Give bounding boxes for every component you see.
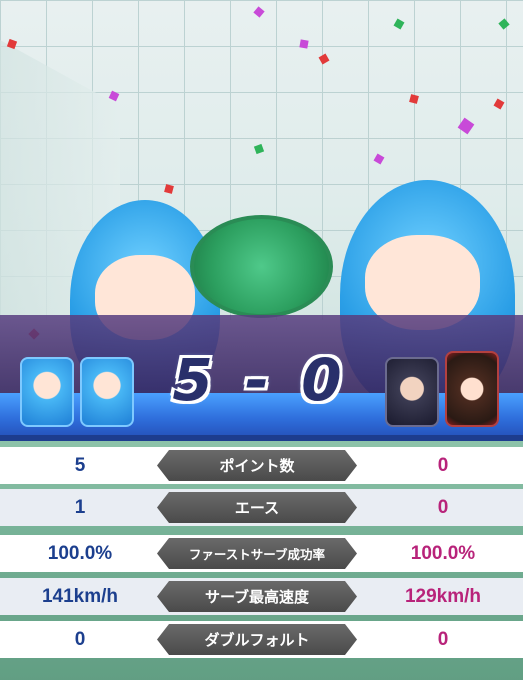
stat-left-value: 100.0% bbox=[47, 542, 113, 564]
tennis-racket bbox=[190, 215, 333, 318]
stat-left-value: 141km/h bbox=[41, 585, 119, 607]
score-banner: 5 - 0 bbox=[0, 315, 523, 447]
stat-right-value: 0 bbox=[437, 454, 449, 476]
player-portrait-left-2 bbox=[80, 357, 134, 427]
stat-row-aces: 1 エース 0 bbox=[0, 489, 523, 526]
match-score: 5 - 0 bbox=[172, 346, 348, 414]
banner-bottom-edge bbox=[0, 435, 523, 441]
stat-row-double-faults: 0 ダブルフォルト 0 bbox=[0, 621, 523, 658]
stat-right-value: 0 bbox=[437, 496, 449, 518]
stat-left-value: 5 bbox=[74, 454, 86, 476]
confetti-piece bbox=[299, 39, 309, 49]
stat-right-value: 0 bbox=[437, 628, 449, 650]
stat-label: ポイント数 bbox=[157, 450, 357, 481]
player-portrait-left-1 bbox=[20, 357, 74, 427]
stat-label: サーブ最高速度 bbox=[157, 581, 357, 612]
stat-row-first-serve: 100.0% ファーストサーブ成功率 100.0% bbox=[0, 535, 523, 572]
stat-label: ファーストサーブ成功率 bbox=[157, 538, 357, 569]
stat-left-value: 0 bbox=[74, 628, 86, 650]
stat-right-value: 100.0% bbox=[410, 542, 476, 564]
stat-label: ダブルフォルト bbox=[157, 624, 357, 655]
stat-row-max-serve-speed: 141km/h サーブ最高速度 129km/h bbox=[0, 578, 523, 615]
player-portrait-right-2 bbox=[445, 351, 499, 427]
match-stats-table: 5 ポイント数 0 1 エース 0 100.0% ファーストサーブ成功率 100… bbox=[0, 447, 523, 680]
stat-right-value: 129km/h bbox=[404, 585, 482, 607]
player-portrait-right-1 bbox=[385, 357, 439, 427]
stat-row-points: 5 ポイント数 0 bbox=[0, 447, 523, 484]
stat-label: エース bbox=[157, 492, 357, 523]
stat-left-value: 1 bbox=[74, 496, 86, 518]
